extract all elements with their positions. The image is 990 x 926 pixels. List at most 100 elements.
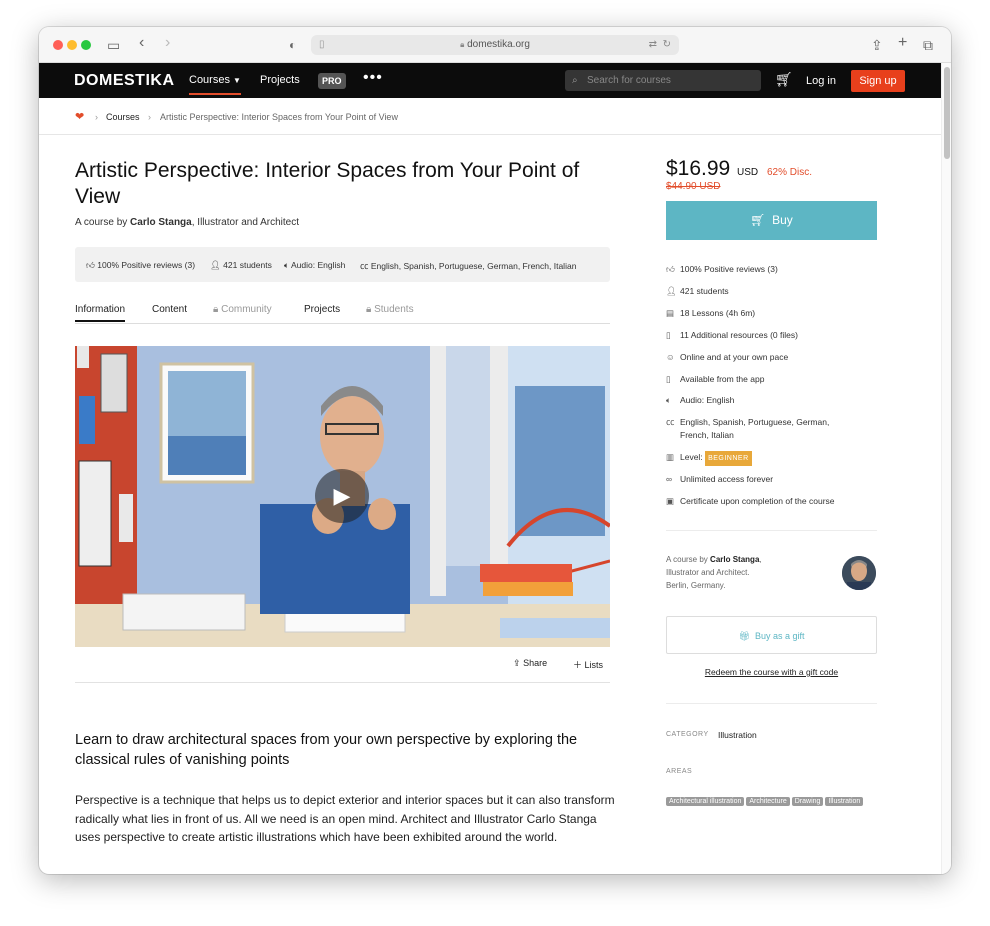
search-input[interactable]: ⌕ Search for courses [565, 70, 761, 91]
course-stats-bar: 👍︎ 100% Positive reviews (3) 👤︎ 421 stud… [75, 247, 610, 282]
breadcrumb-courses[interactable]: Courses [106, 112, 140, 122]
subtitles-icon: ㏄ [360, 261, 369, 271]
course-video-player[interactable]: ▶ [75, 346, 610, 647]
author-link[interactable]: Carlo Stanga [130, 217, 192, 228]
feature-subtitles: ㏄ English, Spanish, Portuguese, German, F… [666, 416, 856, 442]
share-label: Share [523, 658, 548, 668]
buy-label: Buy [772, 213, 793, 227]
feature-lessons-text: 18 Lessons (4h 6m) [680, 308, 756, 318]
tab-projects[interactable]: Projects [304, 304, 340, 315]
sidebar-toggle-icon[interactable]: ▭ [107, 37, 120, 53]
tab-community[interactable]: 🔒︎ Community [213, 304, 272, 315]
category-link[interactable]: Illustration [718, 730, 757, 740]
feature-reviews[interactable]: 👍︎ 100% Positive reviews (3) [666, 263, 886, 276]
tabs-overview-icon[interactable]: ⧉ [923, 37, 933, 53]
areas-list: Architectural illustration Architecture Dr… [666, 790, 881, 810]
film-icon: ▤ [666, 308, 675, 318]
share-button[interactable]: ⇪ Share [513, 658, 547, 669]
more-menu-icon[interactable]: ••• [363, 69, 383, 87]
instructor-location: Berlin, Germany. [666, 581, 726, 590]
tab-content[interactable]: Content [152, 304, 187, 315]
pro-badge[interactable]: PRO [318, 73, 346, 89]
lock-icon: 🔒︎ [366, 304, 372, 315]
feature-audio-text: Audio: English [680, 395, 735, 405]
reload-icon[interactable]: ↻ [663, 35, 671, 55]
buy-button[interactable]: 🛒︎ Buy [666, 201, 877, 240]
redeem-link[interactable]: Redeem the course with a gift code [666, 667, 877, 677]
area-chip[interactable]: Architecture [746, 797, 790, 806]
cart-icon[interactable]: 🛒︎ [775, 71, 793, 88]
lock-icon: 🔒︎ [460, 40, 465, 49]
translate-icon[interactable]: ⇄ [649, 35, 657, 55]
domestika-heart-icon[interactable]: ❤ [75, 110, 84, 123]
stat-students-text: 421 students [223, 260, 272, 270]
stat-audio: 🔈︎ Audio: English [284, 260, 345, 271]
scrollbar-thumb[interactable] [944, 67, 950, 159]
privacy-shield-icon[interactable]: ◐ [289, 37, 296, 53]
file-icon: ▯ [666, 330, 671, 340]
thumbs-up-icon: 👍︎ [86, 260, 95, 270]
feature-subtitles-text: English, Spanish, Portuguese, German, Fr… [680, 417, 830, 440]
area-chip[interactable]: Illustration [825, 797, 864, 806]
stat-students: 👤︎ 421 students [210, 260, 272, 271]
instructor-role: Illustrator and Architect. [666, 568, 750, 577]
tab-information[interactable]: Information [75, 304, 126, 322]
course-description: Perspective is a technique that helps us… [75, 793, 615, 844]
plus-icon: ＋ [573, 660, 583, 670]
level-badge: BEGINNER [705, 451, 752, 466]
lists-button[interactable]: ＋ Lists [573, 658, 603, 671]
certificate-icon: ▣ [666, 496, 675, 506]
stat-subtitles: ㏄ English, Spanish, Portuguese, German, … [360, 260, 576, 272]
nav-projects[interactable]: Projects [260, 74, 300, 86]
new-tab-icon[interactable]: + [898, 35, 907, 51]
course-title: Artistic Perspective: Interior Spaces fr… [75, 159, 580, 208]
close-light[interactable] [53, 40, 63, 50]
share-bar: ⇪ Share ＋ Lists [75, 655, 610, 683]
play-icon[interactable]: ▶ [315, 469, 369, 523]
forward-icon[interactable]: › [165, 35, 170, 51]
feature-pace-text: Online and at your own pace [680, 352, 789, 362]
tab-students[interactable]: 🔒︎ Students [366, 304, 414, 315]
feature-access: ∞ Unlimited access forever [666, 473, 886, 486]
back-icon[interactable]: ‹ [139, 35, 144, 51]
feature-access-text: Unlimited access forever [680, 474, 774, 484]
area-chip[interactable]: Architectural illustration [666, 797, 745, 806]
byline-prefix: A course by [75, 217, 128, 228]
tab-community-label: Community [221, 304, 272, 315]
instructor-avatar[interactable] [842, 556, 876, 590]
stat-reviews[interactable]: 👍︎ 100% Positive reviews (3) [86, 260, 195, 271]
login-link[interactable]: Log in [806, 75, 836, 87]
instructor-info: A course by Carlo Stanga, Illustrator an… [666, 555, 762, 590]
feature-resources-text: 11 Additional resources (0 files) [680, 330, 798, 340]
nav-courses[interactable]: Courses ▼ [189, 74, 241, 95]
course-byline: A course by Carlo Stanga, Illustrator an… [75, 217, 299, 228]
instructor-prefix: A course by [666, 555, 708, 564]
gift-button[interactable]: 🎁︎ Buy as a gift [666, 616, 877, 654]
course-subheading: Learn to draw architectural spaces from … [75, 732, 578, 768]
feature-app-text: Available from the app [680, 374, 765, 384]
feature-resources: ▯ 11 Additional resources (0 files) [666, 329, 886, 342]
domestika-logo[interactable]: DOMESTIKA [74, 72, 175, 90]
signup-button[interactable]: Sign up [851, 70, 905, 92]
divider [666, 530, 877, 531]
area-chip[interactable]: Drawing [791, 797, 824, 806]
feature-certificate-text: Certificate upon completion of the cours… [680, 496, 835, 506]
tab-students-label: Students [374, 304, 414, 315]
share-icon[interactable]: ⇪ [871, 37, 883, 53]
breadcrumb: ❤ › Courses › Artistic Perspective: Inte… [39, 98, 941, 135]
minimize-light[interactable] [67, 40, 77, 50]
user-icon: 👤︎ [210, 260, 221, 270]
feature-certificate: ▣ Certificate upon completion of the cour… [666, 495, 886, 508]
infinity-icon: ∞ [666, 474, 673, 484]
scrollbar[interactable] [941, 63, 951, 874]
site-navbar: DOMESTIKA Courses ▼ Projects PRO ••• ⌕ S… [39, 63, 941, 98]
zoom-light[interactable] [81, 40, 91, 50]
address-bar[interactable]: ▯ 🔒︎ domestika.org ⇄ ↻ [311, 35, 679, 55]
bar-chart-icon: ▥ [666, 452, 675, 462]
instructor-name[interactable]: Carlo Stanga [710, 555, 759, 564]
feature-students-text: 421 students [680, 286, 729, 296]
chevron-down-icon: ▼ [233, 76, 241, 85]
discount-label: 62% Disc. [767, 167, 813, 178]
areas-label: AREAS [666, 768, 693, 775]
gift-icon: 🎁︎ [738, 631, 750, 641]
